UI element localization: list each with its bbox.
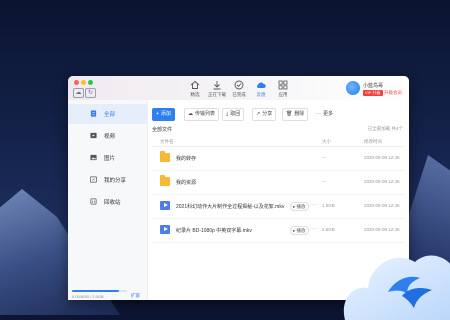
sidebar: 全部 视频 图片 我的分享 回收站 0.00/5GB / 2.0GB 扩容 (68, 100, 148, 300)
brand-area[interactable]: 小蓝鸟哥 VIP 升级 升级会员 (346, 80, 406, 98)
storage-quota-text: 0.00/5GB / 2.0GB (72, 294, 104, 299)
tab-completed[interactable]: 已完成 (228, 80, 250, 100)
video-file-icon (160, 225, 170, 234)
file-date: 2020-06-08 12:45 (364, 155, 400, 160)
sidebar-item-label: 我的分享 (104, 178, 127, 184)
refresh-icon[interactable]: ↻ (85, 88, 96, 98)
brand-name: 小蓝鸟哥 (363, 83, 384, 89)
bird-logo-icon (346, 81, 360, 95)
play-label: 播放 (296, 228, 306, 233)
share-icon (90, 176, 97, 183)
file-size: --- (322, 155, 327, 160)
sidebar-item-label: 视频 (104, 134, 116, 140)
download-icon: ⤓ (226, 111, 229, 117)
minimize-window-button[interactable] (81, 80, 86, 85)
file-size: --- (322, 179, 327, 184)
folder-icon (160, 151, 170, 162)
file-row[interactable]: 我的资源 --- 2020-06-08 12:45 (152, 172, 404, 195)
check-circle-icon (234, 80, 244, 90)
header-divider (152, 146, 404, 147)
tab-label: 应用 (278, 92, 288, 97)
close-window-button[interactable] (74, 80, 79, 85)
expand-storage-link[interactable]: 扩容 (131, 293, 140, 299)
add-button-label: 添加 (160, 111, 171, 117)
more-button[interactable]: ⋯ 更多 (312, 108, 338, 121)
sidebar-item-images[interactable]: 图片 (68, 148, 147, 168)
file-size: 2.6GB (322, 227, 335, 232)
delete-button[interactable]: 🗑 删除 (282, 108, 309, 121)
sidebar-item-label: 回收站 (104, 200, 121, 206)
trash-icon: 🗑 (286, 111, 293, 117)
tab-label: 正在下载 (208, 92, 226, 97)
video-icon (90, 132, 97, 139)
file-date: 2020-06-08 12:45 (364, 179, 400, 184)
tab-label: 云盘 (256, 92, 266, 97)
sidebar-item-label: 全部 (104, 112, 116, 118)
file-row[interactable]: 2021科幻动作大片制作全过程揭秘-以及花絮.mkv ▸ 播放 ⋯ 1.5GB … (152, 196, 404, 219)
grid-icon (278, 80, 288, 90)
title-bar: ☁ ↻ 精选 正在下载 已完成 云盘 应用 小蓝鸟哥 VIP 升级 升级会员 (68, 76, 409, 101)
transfer-list-label: 传输列表 (195, 111, 216, 117)
cloud-icon (257, 82, 266, 88)
file-name[interactable]: 2021科幻动作大片制作全过程揭秘-以及花絮.mkv (176, 203, 284, 210)
plus-icon: + (156, 111, 159, 117)
storage-quota-fill (72, 290, 119, 292)
maximize-window-button[interactable] (88, 80, 93, 85)
file-name[interactable]: 我的转存 (176, 155, 196, 162)
sidebar-item-video[interactable]: 视频 (68, 126, 147, 146)
more-icon: ⋯ (316, 111, 321, 117)
cloud-sync-icon[interactable]: ☁ (73, 88, 84, 98)
share-button[interactable]: ↗ 分享 (252, 108, 277, 121)
tab-label: 精选 (190, 92, 200, 97)
bird-cloud-logo-icon (343, 255, 450, 320)
tab-label: 已完成 (232, 92, 246, 97)
folder-icon (160, 175, 170, 186)
sidebar-item-all[interactable]: 全部 (68, 104, 147, 124)
transfer-list-button[interactable]: ☁ 传输列表 (184, 108, 220, 121)
share-label: 分享 (262, 111, 273, 117)
breadcrumb[interactable]: 全部文件 (152, 126, 172, 133)
column-header-size[interactable]: 大小 (322, 139, 331, 145)
row-more-icon[interactable]: ⋯ (312, 202, 317, 208)
play-label: 播放 (296, 204, 306, 209)
image-icon (90, 154, 97, 161)
play-button[interactable]: ▸ 播放 (290, 226, 309, 235)
trash-icon (90, 198, 97, 205)
upgrade-vip-link[interactable]: 升级会员 (384, 90, 402, 96)
retrieve-button[interactable]: ⤓ 取回 (222, 108, 245, 121)
document-icon (90, 110, 97, 117)
tab-downloading[interactable]: 正在下载 (206, 80, 228, 100)
home-icon (190, 80, 200, 89)
share-icon: ↗ (256, 111, 261, 117)
cloud-icon: ☁ (188, 111, 193, 117)
file-name[interactable]: 我的资源 (176, 179, 196, 186)
retrieve-label: 取回 (230, 111, 241, 117)
file-name[interactable]: 纪录片 BD-1080p 中英双字幕.mkv (176, 227, 252, 234)
add-button[interactable]: + 添加 (152, 108, 175, 121)
play-button[interactable]: ▸ 播放 (290, 202, 309, 211)
video-file-icon (160, 201, 170, 210)
file-row[interactable]: 我的转存 --- 2020-06-08 12:45 (152, 148, 404, 171)
delete-label: 删除 (294, 111, 305, 117)
sidebar-item-my-share[interactable]: 我的分享 (68, 170, 147, 190)
download-icon (213, 81, 221, 90)
file-date: 2020-06-08 12:45 (364, 203, 400, 208)
column-header-modified[interactable]: 修改时间 (364, 139, 382, 145)
vip-badge[interactable]: VIP 升级 (363, 90, 383, 96)
tab-cloud[interactable]: 云盘 (250, 80, 272, 100)
storage-quota-bar (72, 290, 127, 292)
sidebar-item-label: 图片 (104, 156, 116, 162)
row-more-icon[interactable]: ⋯ (312, 226, 317, 232)
load-info: 已全部加载 共4个 (367, 126, 403, 131)
column-header-name[interactable]: 文件名 (160, 139, 174, 145)
tab-featured[interactable]: 精选 (184, 80, 206, 100)
tab-apps[interactable]: 应用 (272, 80, 294, 100)
file-size: 1.5GB (322, 203, 335, 208)
more-label: 更多 (323, 111, 334, 117)
sidebar-item-trash[interactable]: 回收站 (68, 192, 147, 212)
